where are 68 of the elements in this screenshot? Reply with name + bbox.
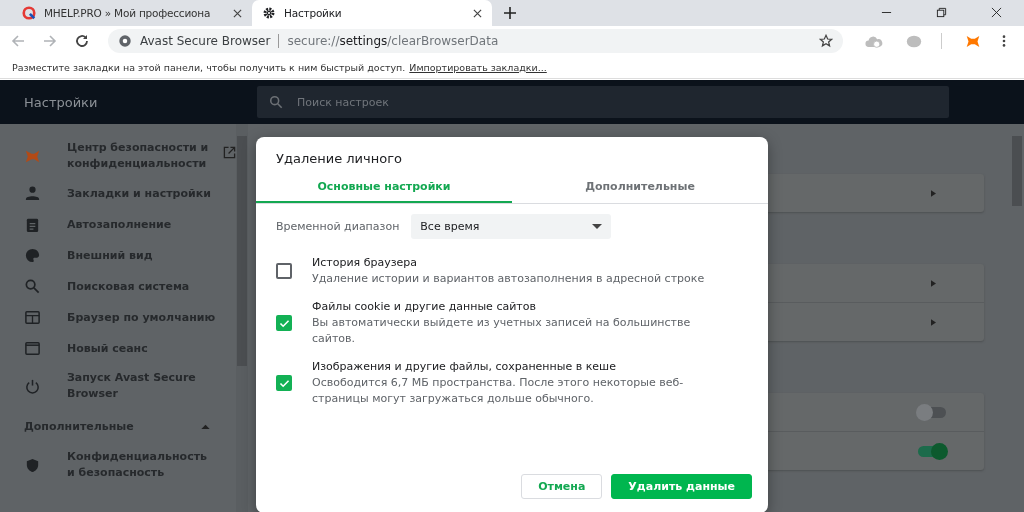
tab-title: MHELP.PRO » Мой профессиона: [44, 7, 212, 19]
tab-title: Настройки: [284, 7, 343, 19]
clipboard-icon: [24, 216, 41, 233]
close-icon[interactable]: [473, 8, 482, 18]
arrow-icon[interactable]: [931, 279, 936, 287]
power-icon: [24, 377, 41, 395]
folder-icon: [24, 340, 41, 357]
shield-icon: [24, 456, 41, 474]
settings-icon: [262, 6, 276, 20]
option-description: Вы автоматически выйдете из учетных записей на большинстве сайтов.: [312, 315, 692, 347]
browser-icon: [24, 309, 41, 326]
toggle-switch[interactable]: [918, 445, 946, 457]
check-icon: [278, 318, 290, 328]
browser-tab[interactable]: Настройки: [252, 0, 492, 26]
range-label: Временной диапазон: [276, 220, 400, 233]
search-input[interactable]: Поиск настроек: [295, 94, 599, 110]
bookmarks-hint: Разместите закладки на этой панели, чтобы получить к ним быстрый доступ.: [12, 61, 406, 73]
person-icon: [24, 185, 41, 202]
site-name: Avast Secure Browser: [140, 34, 271, 48]
sidebar-item[interactable]: Автозаполнение: [0, 209, 236, 240]
star-icon[interactable]: [819, 34, 833, 48]
browser-tab[interactable]: MHELP.PRO » Мой профессиона: [12, 0, 252, 26]
browser-logo-icon: [118, 34, 132, 48]
option-description: Освободится 6,7 МБ пространства. После этого некоторые веб-страницы могут загружаться дольше обычного.: [312, 375, 685, 407]
dialog-title: Удаление личного: [275, 150, 403, 168]
sidebar-item[interactable]: Новый сеанс: [0, 333, 236, 364]
option-title: Файлы cookie и другие данные сайтов: [312, 299, 537, 315]
toggle-switch[interactable]: [918, 406, 946, 418]
close-icon[interactable]: [233, 8, 242, 18]
arrow-icon[interactable]: [931, 318, 936, 326]
address-bar[interactable]: Avast Secure Browser secure://settings/clearBrowserData: [108, 29, 843, 53]
palette-icon: [24, 247, 41, 264]
dialog-tab[interactable]: Основные настройки: [256, 176, 512, 203]
close-icon[interactable]: [991, 7, 1002, 18]
import-bookmarks-link[interactable]: Импортировать закладки...: [409, 61, 547, 73]
sidebar-item[interactable]: Закладки и настройки: [0, 178, 236, 209]
advanced-section-header[interactable]: Дополнительные: [0, 408, 236, 443]
sidebar-item[interactable]: Поисковая система: [0, 271, 236, 302]
restore-icon[interactable]: [936, 7, 947, 18]
checkbox[interactable]: [276, 263, 292, 279]
option-description: Удаление истории и вариантов автозаполнения в адресной строке: [312, 271, 706, 287]
search-icon: [24, 278, 41, 295]
arrow-icon[interactable]: [931, 189, 936, 197]
time-range-dropdown[interactable]: Все время: [411, 214, 612, 239]
external-link-icon: [223, 146, 236, 159]
option-title: История браузера: [312, 255, 418, 271]
delete-data-button[interactable]: Удалить данные: [611, 474, 752, 499]
settings-title: Настройки: [23, 94, 99, 110]
caret-icon: [592, 224, 603, 229]
search-icon: [269, 95, 283, 109]
url-text: secure://settings/clearBrowserData: [287, 34, 499, 48]
option-title: Изображения и другие файлы, сохраненные в кеше: [312, 359, 617, 375]
new-tab-icon[interactable]: [504, 7, 516, 19]
sidebar-item[interactable]: Центр безопасности и конфиденциальности: [0, 134, 236, 178]
check-icon: [278, 378, 290, 388]
sidebar-item[interactable]: Конфиденциальность и безопасность: [0, 443, 236, 487]
forward-icon[interactable]: [42, 33, 58, 49]
dialog-tab[interactable]: Дополнительные: [512, 176, 768, 203]
back-icon[interactable]: [10, 33, 26, 49]
sidebar-item[interactable]: Внешний вид: [0, 240, 236, 271]
search-field[interactable]: Поиск настроек: [257, 86, 949, 118]
menu-icon[interactable]: [1002, 34, 1006, 48]
checkbox[interactable]: [276, 375, 292, 391]
cancel-button[interactable]: Отмена: [521, 474, 603, 499]
checkbox[interactable]: [276, 315, 292, 331]
sidebar-item[interactable]: Запуск Avast Secure Browser: [0, 364, 236, 408]
sidebar-item[interactable]: Браузер по умолчанию: [0, 302, 236, 333]
reload-icon[interactable]: [74, 33, 90, 49]
